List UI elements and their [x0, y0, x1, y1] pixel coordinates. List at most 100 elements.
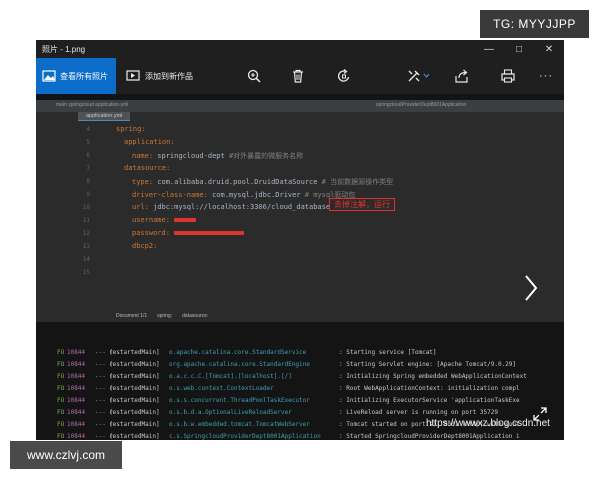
yaml-value: com.mysql.jdbc.Driver	[207, 191, 301, 199]
line-gutter: 4 5 6 7 8 9 10 11 12 13 14 15	[72, 124, 106, 276]
yaml-value: com.alibaba.druid.pool.DruidDataSource	[153, 178, 318, 186]
line-number: 9	[86, 191, 90, 198]
log-class: o.apache.catalina.core.StandardService	[169, 349, 307, 356]
line-number: 14	[82, 256, 90, 263]
log-message: : Starting Servlet engine: [Apache Tomca…	[339, 361, 517, 368]
photos-window: 照片 - 1.png — □ ✕ 查看所有照片 添加到新作品 ··· main …	[36, 40, 564, 440]
more-icon[interactable]: ···	[536, 66, 556, 86]
delete-icon[interactable]	[288, 66, 308, 86]
redacted-value	[174, 231, 245, 235]
log-pid: 10844	[67, 361, 86, 368]
yaml-comment: #对外暴露的微服务名称	[224, 152, 304, 160]
log-message: : Initializing Spring embedded WebApplic…	[339, 373, 527, 380]
line-number: 7	[86, 165, 90, 172]
add-to-creation-button[interactable]: 添加到新作品	[126, 70, 193, 82]
log-sep: --- [	[95, 409, 114, 416]
zoom-icon[interactable]	[244, 66, 264, 86]
code-line: password:	[132, 229, 245, 237]
view-all-photos-button[interactable]: 查看所有照片	[36, 58, 116, 94]
photos-icon	[42, 70, 56, 82]
title-bar: 照片 - 1.png — □ ✕	[36, 40, 564, 58]
log-pid: 10844	[67, 349, 86, 356]
log-thread: restartedMain]	[109, 397, 160, 404]
log-thread: restartedMain]	[109, 361, 160, 368]
log-message: : LiveReload server is running on port 3…	[339, 409, 498, 416]
status-item: datasource:	[182, 313, 209, 319]
print-icon[interactable]	[498, 66, 518, 86]
log-sep: --- [	[95, 349, 114, 356]
breadcrumb-right: springcloudProviderDept8001Application	[376, 102, 467, 108]
add-creation-icon	[126, 70, 140, 81]
log-row: FO 10844 --- [restartedMain] o.s.web.contex…	[57, 385, 520, 392]
yaml-key: dbcp2:	[132, 242, 158, 250]
log-pid: 10844	[67, 397, 86, 404]
line-number: 13	[82, 243, 90, 250]
log-message: : Root WebApplicationContext: initializa…	[339, 385, 520, 392]
yaml-key: name:	[132, 152, 154, 160]
ide-editor-screenshot: main springcloud application.yml springc…	[36, 100, 564, 322]
chevron-right-icon	[525, 275, 538, 301]
code-line: url: jdbc:mysql://localhost:3306/cloud_d…	[132, 203, 330, 211]
line-number: 8	[86, 178, 90, 185]
log-class: o.s.s.concurrent.ThreadPoolTaskExecutor	[169, 397, 310, 404]
log-thread: restartedMain]	[109, 385, 160, 392]
code-line: driver-class-name: com.mysql.jdbc.Driver…	[132, 190, 355, 200]
log-thread: restartedMain]	[109, 421, 160, 428]
edit-icon[interactable]	[404, 66, 434, 86]
log-sep: --- [	[95, 433, 114, 440]
line-number: 6	[86, 152, 90, 159]
log-thread: restartedMain]	[109, 349, 160, 356]
code-line: type: com.alibaba.druid.pool.DruidDataSo…	[132, 177, 393, 187]
log-row: FO 10844 --- [restartedMain] o.s.s.concurre…	[57, 397, 520, 404]
yaml-key: username:	[132, 216, 170, 224]
log-level: FO	[57, 385, 65, 392]
log-level: FO	[57, 349, 65, 356]
code-line: dbcp2:	[132, 242, 157, 250]
editor-status-breadcrumb: Document 1/1 spring: datasource:	[36, 310, 564, 322]
log-pid: 10844	[67, 421, 86, 428]
annotation-box: 去掉注解，运行	[329, 198, 395, 211]
line-number: 10	[82, 204, 90, 211]
log-level: FO	[57, 409, 65, 416]
toolbar: 查看所有照片 添加到新作品 ···	[36, 58, 564, 94]
yaml-key: datasource:	[124, 164, 171, 172]
minimize-button[interactable]: —	[474, 40, 504, 58]
rotate-icon[interactable]	[334, 66, 354, 86]
log-pid: 10844	[67, 409, 86, 416]
code-line: application:	[124, 138, 175, 146]
log-sep: --- [	[95, 397, 114, 404]
yaml-key: type:	[132, 178, 154, 186]
next-photo-button[interactable]	[516, 270, 546, 306]
log-level: FO	[57, 361, 65, 368]
log-message: : Starting service [Tomcat]	[339, 349, 437, 356]
yaml-value: springcloud-dept	[153, 152, 225, 160]
code-line: spring:	[116, 125, 146, 133]
log-thread: restartedMain]	[109, 409, 160, 416]
status-item: spring:	[157, 313, 173, 319]
close-button[interactable]: ✕	[534, 40, 564, 58]
log-class: o.a.c.c.C.[Tomcat].[localhost].[/]	[169, 373, 292, 380]
log-level: FO	[57, 433, 65, 440]
site-watermark: www.czlvj.com	[10, 441, 122, 469]
maximize-button[interactable]: □	[504, 40, 534, 58]
log-sep: --- [	[95, 361, 114, 368]
csdn-watermark: https://wwwxz.blog.csdn.net	[426, 418, 550, 429]
yaml-key: password:	[132, 229, 170, 237]
log-sep: --- [	[95, 421, 114, 428]
share-icon[interactable]	[452, 66, 472, 86]
code-line: username:	[132, 216, 197, 224]
log-level: FO	[57, 421, 65, 428]
code-line: datasource:	[124, 164, 170, 172]
line-number: 4	[86, 126, 90, 133]
window-controls: — □ ✕	[474, 40, 564, 58]
yaml-comment: # 当前数据源操作类型	[317, 178, 394, 186]
log-level: FO	[57, 373, 65, 380]
yaml-key: url:	[132, 203, 149, 211]
log-row: FO 10844 --- [restartedMain] o.s.b.d.a.Opti…	[57, 409, 498, 416]
breadcrumb-left: main springcloud application.yml	[56, 102, 129, 108]
log-pid: 10844	[67, 385, 86, 392]
add-to-label: 添加到新作品	[145, 71, 193, 81]
file-tab: application.yml	[78, 112, 131, 121]
log-thread: restartedMain]	[109, 373, 160, 380]
line-number: 11	[82, 217, 90, 224]
